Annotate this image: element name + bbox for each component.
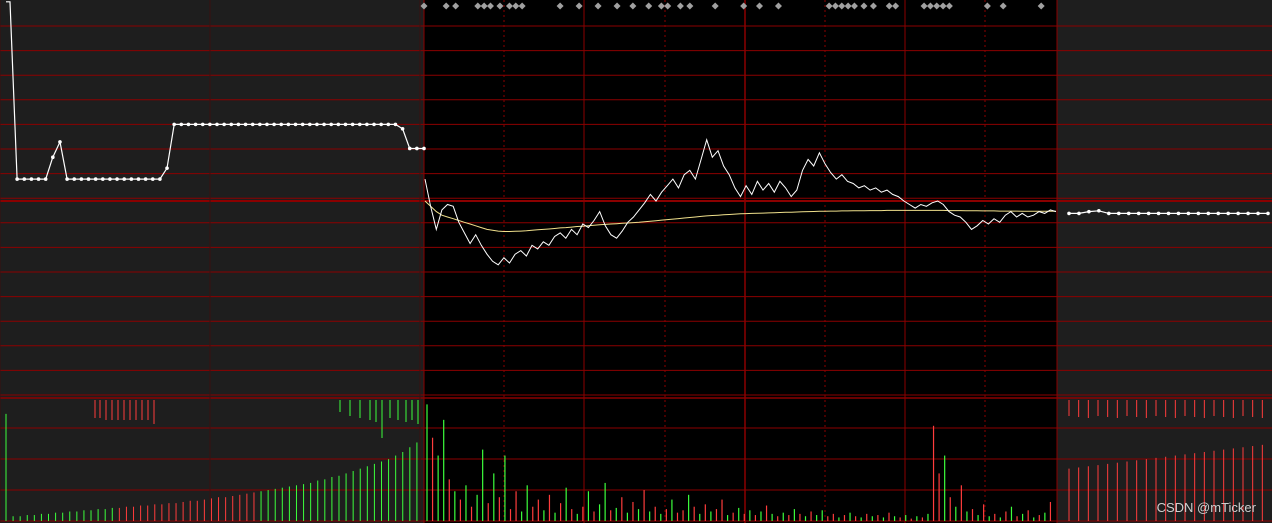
post-market-price-dot: [1077, 211, 1081, 216]
pre-market-price-dot: [29, 177, 34, 181]
post-market-price-dot: [1186, 211, 1191, 216]
pre-market-price-dot: [250, 122, 255, 127]
pre-market-price-dot: [343, 122, 348, 127]
post-market-price-dot: [1206, 211, 1211, 216]
pre-market-price-dot: [279, 122, 284, 127]
pre-market-price-dot: [315, 122, 319, 127]
pre-market-price-dot: [265, 122, 269, 127]
pre-market-price-dot: [36, 177, 41, 181]
pre-market-price-dot: [243, 122, 248, 127]
post-market-price-dot: [1156, 211, 1161, 216]
pre-market-price-dot: [422, 146, 426, 151]
pre-market-price-dot: [86, 177, 91, 181]
pre-market-price-dot: [158, 177, 162, 181]
post-market-price-dot: [1166, 211, 1171, 216]
post-market-price-dot: [1146, 211, 1151, 216]
pre-market-price-dot: [293, 122, 298, 127]
pre-market-price-dot: [379, 122, 383, 127]
pre-market-price-dot: [400, 126, 405, 131]
pre-market-price-dot: [186, 122, 191, 127]
pre-market-price-dot: [179, 122, 184, 127]
post-market-price-dot: [1266, 211, 1270, 216]
pre-market-price-dot: [122, 177, 127, 181]
pre-market-price-dot: [229, 122, 234, 127]
post-market-price-dot: [1097, 208, 1101, 213]
post-market-background: [1057, 0, 1272, 523]
post-market-price-dot: [1196, 211, 1201, 216]
pre-market-price-dot: [407, 146, 412, 151]
pre-market-price-dot: [415, 146, 419, 151]
post-market-price-dot: [1216, 211, 1221, 216]
pre-market-price-dot: [15, 177, 19, 181]
post-market-price-dot: [1136, 211, 1141, 216]
pre-market-price-dot: [258, 122, 262, 127]
pre-market-price-dot: [307, 122, 312, 127]
pre-market-price-dot: [200, 122, 205, 127]
pre-market-price-dot: [329, 122, 334, 127]
pre-market-price-dot: [165, 166, 169, 170]
pre-market-price-dot: [386, 122, 391, 127]
post-market-price-dot: [1107, 211, 1111, 216]
pre-market-price-dot: [286, 122, 291, 127]
pre-market-price-dot: [322, 122, 326, 127]
post-market-price-dot: [1067, 211, 1071, 216]
pre-market-background: [0, 0, 424, 523]
intraday-price-chart: [0, 0, 1272, 523]
post-market-price-dot: [1087, 209, 1091, 214]
pre-market-price-dot: [51, 155, 55, 160]
pre-market-price-dot: [365, 122, 369, 127]
pre-market-price-dot: [350, 122, 355, 127]
pre-market-price-dot: [372, 122, 376, 127]
pre-market-price-dot: [58, 140, 62, 144]
pre-market-price-dot: [129, 177, 134, 181]
pre-market-price-dot: [208, 122, 212, 127]
pre-market-price-dot: [300, 122, 305, 127]
pre-market-price-dot: [357, 122, 362, 127]
pre-market-price-dot: [72, 177, 77, 181]
pre-market-price-dot: [236, 122, 241, 127]
post-market-price-dot: [1226, 211, 1230, 216]
pre-market-price-dot: [215, 122, 219, 127]
pre-market-price-dot: [172, 122, 176, 127]
pre-market-price-dot: [115, 177, 119, 181]
pre-market-price-dot: [22, 177, 27, 181]
pre-market-price-dot: [222, 122, 226, 127]
trading-session-background: [424, 0, 1057, 523]
post-market-price-dot: [1116, 211, 1121, 216]
pre-market-price-dot: [79, 177, 84, 181]
post-market-price-dot: [1176, 211, 1181, 216]
pre-market-price-dot: [143, 177, 148, 181]
pre-market-price-dot: [336, 122, 341, 127]
pre-market-price-dot: [43, 177, 48, 181]
post-market-price-dot: [1236, 211, 1240, 216]
pre-market-price-dot: [393, 122, 398, 127]
post-market-price-dot: [1256, 211, 1260, 216]
pre-market-price-dot: [100, 177, 105, 181]
watermark-text: CSDN @mTicker: [1156, 500, 1256, 515]
pre-market-price-dot: [150, 177, 155, 181]
pre-market-price-dot: [193, 122, 198, 127]
chart-background: [0, 0, 1272, 523]
pre-market-price-dot: [108, 177, 112, 181]
pre-market-price-dot: [93, 177, 98, 181]
post-market-price-dot: [1246, 211, 1250, 216]
post-market-price-dot: [1126, 211, 1131, 216]
pre-market-price-dot: [136, 177, 141, 181]
pre-market-price-dot: [272, 122, 276, 127]
pre-market-price-dot: [65, 177, 69, 181]
